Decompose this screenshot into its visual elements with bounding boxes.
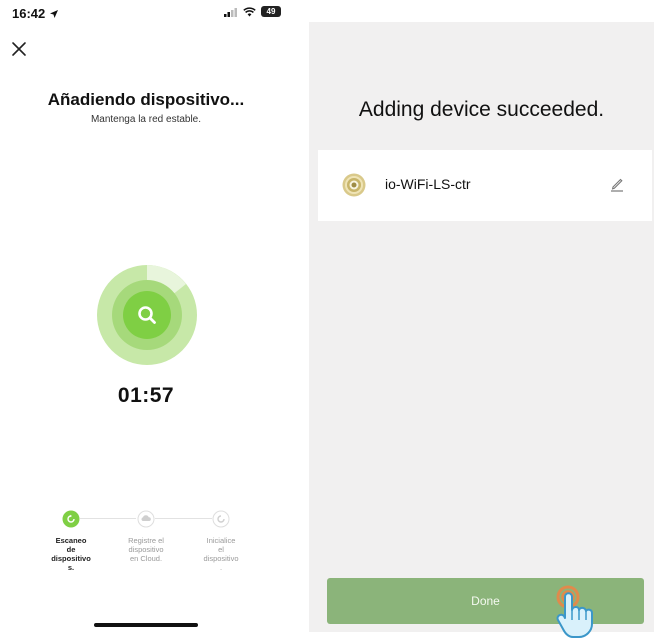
step-1-label-line: Escaneo xyxy=(55,536,87,545)
scan-progress-indicator xyxy=(96,264,198,366)
device-name: io-WiFi-LS-ctr xyxy=(385,176,471,192)
device-roll-icon xyxy=(342,173,366,197)
countdown-timer: 01:57 xyxy=(117,384,175,407)
step-3-label-line: Inicialice xyxy=(206,536,236,545)
device-card[interactable]: io-WiFi-LS-ctr xyxy=(318,150,652,221)
device-added-screen: Adding device succeeded. io-WiFi-LS-ctr … xyxy=(309,22,654,632)
status-bar-indicators: 49 xyxy=(224,6,281,17)
step-1-refresh-icon xyxy=(62,510,80,528)
step-1-label-line: s. xyxy=(67,563,75,572)
home-indicator[interactable] xyxy=(94,623,198,627)
screenshot-root: 16:42 49 Añadiendo dispositivo... Manten… xyxy=(0,0,654,638)
close-icon[interactable] xyxy=(10,40,28,58)
signal-icon xyxy=(224,7,237,17)
adding-device-screen: 16:42 49 Añadiendo dispositivo... Manten… xyxy=(0,0,292,638)
status-bar-time: 16:42 xyxy=(12,6,59,21)
edit-pencil-icon[interactable] xyxy=(610,176,624,192)
step-connector xyxy=(80,518,136,519)
success-title: Adding device succeeded. xyxy=(358,98,605,121)
step-2-cloud-icon xyxy=(137,510,155,528)
step-connector xyxy=(155,518,212,519)
step-3-label: Inicialice el dispositivo . xyxy=(191,536,251,572)
step-1-label: Escaneo de dispositivo s. xyxy=(41,536,101,572)
step-2-label-line: en Cloud. xyxy=(129,554,163,563)
step-2-label: Registre el dispositivo en Cloud. xyxy=(116,536,176,563)
step-2-label-line: Registre el xyxy=(128,536,164,545)
location-arrow-icon xyxy=(50,9,59,18)
battery-level: 49 xyxy=(266,7,276,16)
step-3-cycle-icon xyxy=(212,510,230,528)
clock-text: 16:42 xyxy=(12,6,46,21)
tap-hand-icon xyxy=(556,585,593,638)
step-3-label-line: el xyxy=(218,545,224,554)
step-1-label-line: dispositivo xyxy=(51,554,91,563)
step-2-label-line: dispositivo xyxy=(128,545,164,554)
page-subtitle: Mantenga la red estable. xyxy=(90,114,202,125)
page-title: Añadiendo dispositivo... xyxy=(47,90,245,109)
step-3-label-line: . xyxy=(219,563,223,572)
step-3-label-line: dispositivo xyxy=(203,554,239,563)
wifi-icon xyxy=(243,6,256,16)
step-1-label-line: de xyxy=(66,545,76,554)
search-icon xyxy=(138,306,156,324)
battery-icon: 49 xyxy=(261,6,281,17)
